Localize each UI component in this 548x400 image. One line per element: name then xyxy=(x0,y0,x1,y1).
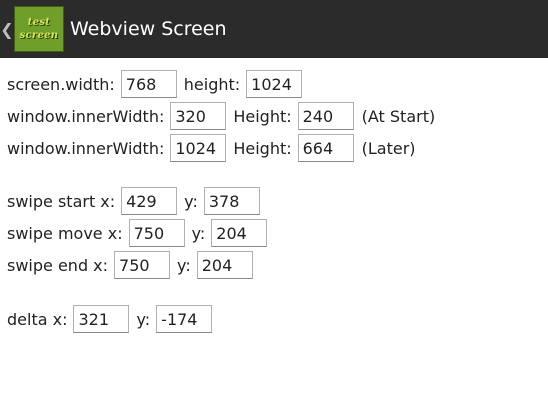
swipe-end-y-field[interactable]: 204 xyxy=(196,251,253,279)
delta-y-label: y: xyxy=(136,309,151,329)
app-icon-text-top: test xyxy=(27,17,51,28)
window-start-note: (At Start) xyxy=(361,106,436,126)
page-title: Webview Screen xyxy=(70,18,227,40)
app-icon[interactable]: test screen xyxy=(14,6,64,52)
screen-height-label: height: xyxy=(183,74,241,94)
screen-width-field[interactable]: 768 xyxy=(120,70,177,98)
swipe-move-y-label: y: xyxy=(191,223,206,243)
delta-x-field[interactable]: 321 xyxy=(73,305,130,333)
window-later-height-label: Height: xyxy=(233,138,292,158)
screen-width-label: screen.width: xyxy=(7,74,115,94)
swipe-move-x-field[interactable]: 750 xyxy=(128,219,185,247)
window-later-width-label: window.innerWidth: xyxy=(7,138,165,158)
swipe-start-x-field[interactable]: 429 xyxy=(121,187,178,215)
window-later-width-field[interactable]: 1024 xyxy=(170,134,227,162)
swipe-start-row: swipe start x: 429 y: 378 xyxy=(7,186,260,216)
up-navigation[interactable]: ❮ test screen xyxy=(0,0,64,58)
swipe-move-y-field[interactable]: 204 xyxy=(211,219,268,247)
screen-height-field[interactable]: 1024 xyxy=(246,70,303,98)
delta-row: delta x: 321 y: -174 xyxy=(7,304,213,334)
swipe-start-x-label: swipe start x: xyxy=(7,191,116,211)
back-chevron-icon[interactable]: ❮ xyxy=(0,0,14,58)
swipe-start-y-field[interactable]: 378 xyxy=(203,187,260,215)
window-later-row: window.innerWidth: 1024 Height: 664 (Lat… xyxy=(7,133,416,163)
swipe-end-x-label: swipe end x: xyxy=(7,255,109,275)
screen-size-row: screen.width: 768 height: 1024 xyxy=(7,69,303,99)
window-later-height-field[interactable]: 664 xyxy=(297,134,354,162)
swipe-end-x-field[interactable]: 750 xyxy=(114,251,171,279)
swipe-move-row: swipe move x: 750 y: 204 xyxy=(7,218,268,248)
window-start-height-field[interactable]: 240 xyxy=(297,102,354,130)
app-icon-text-bottom: screen xyxy=(19,30,59,41)
swipe-move-x-label: swipe move x: xyxy=(7,223,123,243)
window-later-note: (Later) xyxy=(361,138,416,158)
window-start-width-field[interactable]: 320 xyxy=(170,102,227,130)
action-bar: ❮ test screen Webview Screen xyxy=(0,0,548,58)
swipe-end-y-label: y: xyxy=(177,255,191,275)
window-start-height-label: Height: xyxy=(233,106,292,126)
window-start-width-label: window.innerWidth: xyxy=(7,106,165,126)
swipe-end-row: swipe end x: 750 y: 204 xyxy=(7,250,253,280)
delta-x-label: delta x: xyxy=(7,309,68,329)
delta-y-field[interactable]: -174 xyxy=(156,305,213,333)
swipe-start-y-label: y: xyxy=(184,191,198,211)
window-start-row: window.innerWidth: 320 Height: 240 (At S… xyxy=(7,101,435,131)
